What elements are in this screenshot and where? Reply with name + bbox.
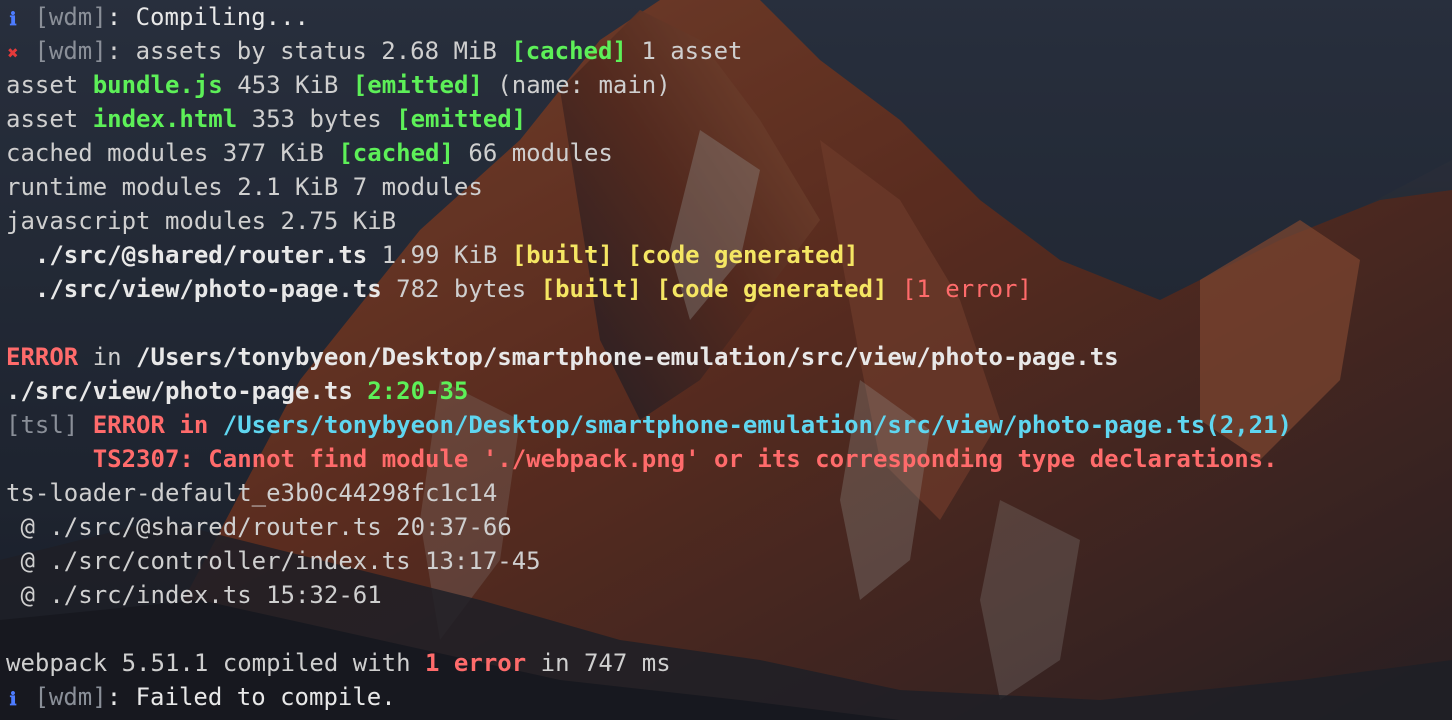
output-line-loader-id: ts-loader-default_e3b0c44298fc1c14 (6, 476, 1452, 510)
wdm-tag: [wdm] (34, 37, 107, 65)
wdm-tag: [wdm] (34, 3, 107, 31)
error-file-link[interactable]: /Users/tonybyeon/Desktop/smartphone-emul… (223, 411, 1292, 439)
asset-chunk: (name: main) (482, 71, 671, 99)
line-text: javascript modules 2.75 KiB (6, 207, 397, 235)
asset-name: index.html (92, 105, 238, 133)
output-line-tsl-error: [tsl] ERROR in /Users/tonybyeon/Desktop/… (6, 408, 1452, 442)
output-line-module-photo-page: ./src/view/photo-page.ts 782 bytes [buil… (6, 272, 1452, 306)
emitted-badge: [emitted] (396, 105, 527, 133)
error-count-badge: [1 error] (901, 275, 1032, 303)
output-line-failed: ℹ [wdm]: Failed to compile. (6, 680, 1452, 714)
cached-badge: [cached] (338, 139, 454, 167)
terminal-window[interactable]: ℹ [wdm]: Compiling... ✖ [wdm]: assets by… (0, 0, 1452, 720)
output-line-trace-index: @ ./src/index.ts 15:32-61 (6, 578, 1452, 612)
output-line-trace-controller: @ ./src/controller/index.ts 13:17-45 (6, 544, 1452, 578)
terminal-output: ℹ [wdm]: Compiling... ✖ [wdm]: assets by… (6, 0, 1452, 720)
error-x-icon: ✖ (7, 43, 19, 64)
error-label: ERROR in (92, 411, 223, 439)
wdm-tag: [wdm] (34, 683, 107, 711)
output-line-compiling: ℹ [wdm]: Compiling... (6, 0, 1452, 34)
code-generated-badge: [code generated] (656, 275, 888, 303)
module-path: ./src/view/photo-page.ts (6, 275, 382, 303)
info-icon: ℹ (9, 9, 17, 30)
asset-name: bundle.js (92, 71, 223, 99)
line-text: asset (6, 71, 93, 99)
output-line-error-header: ERROR in /Users/tonybyeon/Desktop/smartp… (6, 340, 1452, 374)
info-icon: ℹ (9, 689, 17, 710)
output-line-cached-modules: cached modules 377 KiB [cached] 66 modul… (6, 136, 1452, 170)
line-text: : Compiling... (106, 3, 309, 31)
stack-trace-entry: @ ./src/controller/index.ts 13:17-45 (6, 547, 541, 575)
output-line-asset-index: asset index.html 353 bytes [emitted] (6, 102, 1452, 136)
line-text: : Failed to compile. (106, 683, 396, 711)
output-line-runtime-modules: runtime modules 2.1 KiB 7 modules (6, 170, 1452, 204)
output-line-error-location: ./src/view/photo-page.ts 2:20-35 (6, 374, 1452, 408)
line-text: in 747 ms (526, 649, 671, 677)
line-text: : assets by status 2.68 MiB (106, 37, 512, 65)
output-line-module-router: ./src/@shared/router.ts 1.99 KiB [built]… (6, 238, 1452, 272)
stack-trace-entry: @ ./src/index.ts 15:32-61 (6, 581, 382, 609)
error-label: ERROR (6, 343, 79, 371)
output-line-asset-bundle: asset bundle.js 453 KiB [emitted] (name:… (6, 68, 1452, 102)
asset-size: 453 KiB (222, 71, 353, 99)
module-size: 1.99 KiB (367, 241, 512, 269)
error-count: 1 error (425, 649, 527, 677)
output-line-trace-router: @ ./src/@shared/router.ts 20:37-66 (6, 510, 1452, 544)
line-text: cached modules 377 KiB (6, 139, 339, 167)
line-text: runtime modules 2.1 KiB 7 modules (6, 173, 483, 201)
line-text: 66 modules (453, 139, 613, 167)
error-file-path: /Users/tonybyeon/Desktop/smartphone-emul… (136, 343, 1119, 371)
output-line-assets-status: ✖ [wdm]: assets by status 2.68 MiB [cach… (6, 34, 1452, 68)
output-line-compile-summary: webpack 5.51.1 compiled with 1 error in … (6, 646, 1452, 680)
built-badge: [built] (511, 241, 613, 269)
code-generated-badge: [code generated] (627, 241, 859, 269)
line-text: in (78, 343, 137, 371)
output-line-js-modules: javascript modules 2.75 KiB (6, 204, 1452, 238)
error-position: 2:20-35 (367, 377, 469, 405)
stack-trace-entry: @ ./src/@shared/router.ts 20:37-66 (6, 513, 512, 541)
prompt-line[interactable] (6, 714, 1452, 720)
line-text: asset (6, 105, 93, 133)
line-text: webpack 5.51.1 compiled with (6, 649, 426, 677)
tsl-tag: [tsl] (6, 411, 79, 439)
built-badge: [built] (540, 275, 642, 303)
asset-size: 353 bytes (237, 105, 397, 133)
module-path: ./src/@shared/router.ts (6, 241, 368, 269)
error-message: TS2307: Cannot find module './webpack.pn… (92, 445, 1278, 473)
module-size: 782 bytes (381, 275, 541, 303)
module-path: ./src/view/photo-page.ts (6, 377, 353, 405)
output-line-ts2307: TS2307: Cannot find module './webpack.pn… (6, 442, 1452, 476)
line-text: 1 asset (626, 37, 743, 65)
emitted-badge: [emitted] (352, 71, 483, 99)
line-text: ts-loader-default_e3b0c44298fc1c14 (6, 479, 498, 507)
cached-badge: [cached] (511, 37, 627, 65)
